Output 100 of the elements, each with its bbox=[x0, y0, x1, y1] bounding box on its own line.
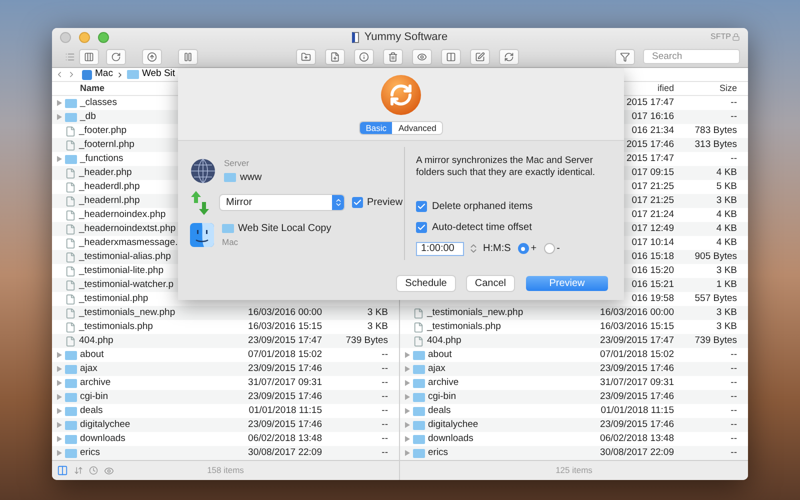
folder-icon bbox=[65, 434, 77, 444]
modified-date: 23/09/2015 17:46 bbox=[600, 418, 674, 430]
radio-label[interactable]: + bbox=[530, 241, 537, 256]
modified-date: 23/09/2015 17:47 bbox=[600, 334, 674, 346]
disclosure-triangle-icon[interactable] bbox=[57, 352, 62, 358]
folder-icon bbox=[413, 350, 425, 360]
sync-button[interactable] bbox=[499, 48, 519, 64]
disclosure-triangle-icon[interactable] bbox=[405, 450, 410, 456]
disclosure-triangle-icon[interactable] bbox=[57, 366, 62, 372]
disclosure-triangle-icon[interactable] bbox=[57, 380, 62, 386]
server-label: Server bbox=[224, 157, 250, 170]
file-size: -- bbox=[730, 110, 737, 122]
folder-icon bbox=[65, 392, 77, 402]
refresh-button[interactable] bbox=[106, 48, 126, 64]
back-icon[interactable] bbox=[55, 70, 64, 79]
new-file-button[interactable] bbox=[325, 48, 345, 64]
columns-icon[interactable] bbox=[57, 465, 68, 476]
trash-button[interactable] bbox=[383, 48, 403, 64]
disclosure-triangle-icon[interactable] bbox=[405, 380, 410, 386]
folder-icon bbox=[65, 98, 77, 108]
checkbox[interactable] bbox=[352, 197, 363, 208]
file-size: 905 Bytes bbox=[694, 250, 737, 262]
modified-date: 2015 17:46 bbox=[626, 138, 674, 150]
edit-button[interactable] bbox=[470, 48, 490, 64]
checkbox[interactable] bbox=[416, 222, 427, 233]
file-name: cgi-bin bbox=[428, 390, 456, 404]
file-size: -- bbox=[730, 152, 737, 164]
modified-date: 017 21:25 bbox=[632, 180, 674, 192]
path-item[interactable]: Web Sit bbox=[142, 67, 176, 82]
disclosure-triangle-icon[interactable] bbox=[405, 408, 410, 414]
disclosure-triangle-icon[interactable] bbox=[57, 114, 62, 120]
file-name: _footernl.php bbox=[79, 138, 134, 152]
column-header[interactable]: Size bbox=[690, 82, 748, 96]
file-name: _header.php bbox=[79, 166, 132, 180]
modified-date: 23/09/2015 17:46 bbox=[600, 390, 674, 402]
time-offset-field[interactable]: 1:00:00 bbox=[416, 242, 464, 256]
file-name: ajax bbox=[428, 362, 446, 376]
globe-icon bbox=[190, 158, 216, 184]
file-name: _testimonial-alias.php bbox=[79, 250, 171, 264]
folder-icon bbox=[413, 448, 425, 458]
disclosure-triangle-icon[interactable] bbox=[405, 422, 410, 428]
location-label: Mac bbox=[222, 236, 240, 248]
eye-icon[interactable] bbox=[104, 466, 114, 476]
radio-button[interactable] bbox=[518, 243, 529, 254]
file-icon bbox=[65, 336, 76, 346]
path-item[interactable]: Mac bbox=[95, 67, 113, 82]
column-header[interactable]: Name bbox=[52, 82, 105, 96]
split-view-button[interactable] bbox=[441, 48, 461, 64]
disclosure-triangle-icon[interactable] bbox=[57, 394, 62, 400]
close-button[interactable] bbox=[60, 32, 71, 42]
stepper[interactable] bbox=[468, 243, 479, 254]
disclosure-triangle-icon[interactable] bbox=[405, 436, 410, 442]
file-size: 3 KB bbox=[716, 320, 737, 332]
disclosure-triangle-icon[interactable] bbox=[405, 352, 410, 358]
disclosure-triangle-icon[interactable] bbox=[57, 422, 62, 428]
disclosure-triangle-icon[interactable] bbox=[57, 100, 62, 106]
folder-icon bbox=[65, 154, 77, 164]
sort-icon[interactable] bbox=[74, 466, 83, 475]
file-icon bbox=[413, 308, 424, 318]
disclosure-triangle-icon[interactable] bbox=[405, 366, 410, 372]
search-field[interactable]: Search bbox=[643, 49, 740, 64]
tab[interactable]: Advanced bbox=[392, 122, 442, 134]
file-name: _db bbox=[80, 110, 96, 124]
file-size: 3 KB bbox=[367, 320, 388, 332]
mode-dropdown[interactable]: Mirror bbox=[220, 195, 344, 210]
disclosure-triangle-icon[interactable] bbox=[57, 436, 62, 442]
modified-date: 016 21:34 bbox=[632, 124, 674, 136]
radio-button[interactable] bbox=[544, 243, 555, 254]
disclosure-triangle-icon[interactable] bbox=[57, 408, 62, 414]
zoom-button[interactable] bbox=[98, 32, 109, 42]
modified-date: 2015 17:47 bbox=[626, 96, 674, 108]
file-size: -- bbox=[730, 432, 737, 444]
file-name: _testimonial.php bbox=[79, 292, 148, 306]
disclosure-triangle-icon[interactable] bbox=[57, 156, 62, 162]
info-icon bbox=[359, 52, 369, 62]
dialog-button[interactable]: Schedule bbox=[397, 276, 455, 290]
new-folder-button[interactable] bbox=[296, 48, 316, 64]
checkbox-label[interactable]: Preview bbox=[367, 195, 403, 210]
checkbox-label[interactable]: Auto-detect time offset bbox=[432, 220, 532, 235]
clock-icon[interactable] bbox=[89, 466, 98, 475]
filter-button[interactable] bbox=[615, 48, 635, 64]
disclosure-triangle-icon[interactable] bbox=[57, 450, 62, 456]
lock-icon bbox=[732, 33, 740, 41]
modified-date: 016 15:20 bbox=[632, 264, 674, 276]
modified-date: 23/09/2015 17:47 bbox=[248, 334, 322, 346]
pause-button[interactable] bbox=[178, 48, 198, 64]
disclosure-triangle-icon[interactable] bbox=[405, 394, 410, 400]
checkbox[interactable] bbox=[416, 201, 427, 212]
column-view-button[interactable] bbox=[79, 48, 99, 64]
minimize-button[interactable] bbox=[79, 32, 90, 42]
sync-icon bbox=[504, 52, 514, 62]
forward-icon[interactable] bbox=[67, 70, 76, 79]
dialog-button[interactable]: Cancel bbox=[466, 276, 514, 290]
radio-label[interactable]: - bbox=[556, 241, 560, 256]
preview-button[interactable] bbox=[412, 48, 432, 64]
filter-icon bbox=[620, 52, 630, 62]
info-button[interactable] bbox=[354, 48, 374, 64]
modified-date: 31/07/2017 09:31 bbox=[248, 376, 322, 388]
upload-button[interactable] bbox=[142, 48, 162, 64]
checkbox-label[interactable]: Delete orphaned items bbox=[432, 199, 533, 214]
